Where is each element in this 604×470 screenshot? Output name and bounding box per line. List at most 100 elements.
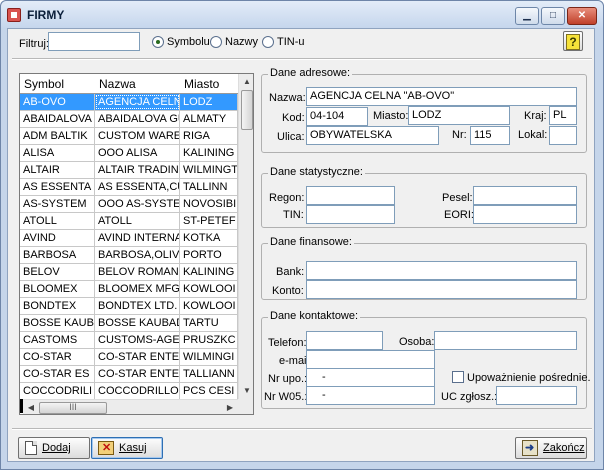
bank-field[interactable] <box>306 261 577 280</box>
horizontal-scroll-thumb[interactable]: III <box>39 402 107 414</box>
cell-symbol[interactable]: AVIND <box>20 230 95 246</box>
account-field[interactable] <box>306 280 577 299</box>
cell-symbol[interactable]: BONDTEX <box>20 298 95 314</box>
pesel-field[interactable] <box>473 186 577 205</box>
exit-button[interactable]: Zakończ <box>515 437 587 459</box>
scroll-down-icon[interactable]: ▼ <box>239 383 253 399</box>
tin-field[interactable] <box>306 205 395 224</box>
cell-city[interactable]: PRUSZKC <box>180 332 238 348</box>
cell-city[interactable]: NOVOSIBI <box>180 196 238 212</box>
title-bar[interactable]: FIRMY ▁ □ ✕ <box>1 1 603 29</box>
cell-city[interactable]: RIGA <box>180 128 238 144</box>
cell-symbol[interactable]: AB-OVO <box>20 94 95 110</box>
delete-button[interactable]: Kasuj <box>91 437 163 459</box>
scroll-right-icon[interactable]: ▶ <box>222 400 238 414</box>
cell-symbol[interactable]: AS-SYSTEM <box>20 196 95 212</box>
cell-name[interactable]: ABAIDALOVA GU <box>95 111 180 127</box>
city-field[interactable]: LODZ <box>408 106 510 125</box>
table-row[interactable]: AS-SYSTEM OOO AS-SYSTE NOVOSIBI <box>20 196 238 213</box>
cell-symbol[interactable]: ABAIDALOVA <box>20 111 95 127</box>
column-header-symbol[interactable]: Symbol <box>24 77 64 91</box>
scroll-up-icon[interactable]: ▲ <box>239 74 253 90</box>
local-field[interactable] <box>549 126 577 145</box>
cell-name[interactable]: BARBOSA,OLIVE <box>95 247 180 263</box>
scroll-left-icon[interactable]: ◀ <box>23 400 39 414</box>
cell-name[interactable]: CUSTOMS-AGE <box>95 332 180 348</box>
table-row[interactable]: ABAIDALOVA ABAIDALOVA GU ALMATY <box>20 111 238 128</box>
cell-symbol[interactable]: CASTOMS <box>20 332 95 348</box>
number-field[interactable]: 115 <box>470 126 510 145</box>
column-header-city[interactable]: Miasto <box>184 77 219 91</box>
cell-name[interactable]: AVIND INTERNA <box>95 230 180 246</box>
cell-symbol[interactable]: AS ESSENTA <box>20 179 95 195</box>
cell-name[interactable]: BOSSE KAUBAD <box>95 315 180 331</box>
companies-grid[interactable]: Symbol Nazwa Miasto AB-OVO AGENCJA CELN LO… <box>19 73 254 415</box>
maximize-button[interactable]: □ <box>541 7 565 25</box>
table-row[interactable]: CASTOMS CUSTOMS-AGE PRUSZKC <box>20 332 238 349</box>
close-button[interactable]: ✕ <box>567 7 597 25</box>
cell-city[interactable]: WILMINGT <box>180 162 238 178</box>
cell-city[interactable]: PORTO <box>180 247 238 263</box>
minimize-button[interactable]: ▁ <box>515 7 539 25</box>
radio-filter-name[interactable]: Nazwy <box>210 35 258 49</box>
table-row[interactable]: ALTAIR ALTAIR TRADIN WILMINGT <box>20 162 238 179</box>
vertical-scrollbar[interactable]: ▲ ▼ <box>238 74 253 399</box>
authorization-checkbox[interactable] <box>452 371 464 383</box>
cell-city[interactable]: KOWLOOI <box>180 298 238 314</box>
table-row[interactable]: BLOOMEX BLOOMEX MFG. KOWLOOI <box>20 281 238 298</box>
nr-upo-field[interactable]: - <box>306 368 435 387</box>
cell-symbol[interactable]: BLOOMEX <box>20 281 95 297</box>
table-row[interactable]: AB-OVO AGENCJA CELN LODZ <box>20 94 238 111</box>
cell-city[interactable]: PCS CESI <box>180 383 238 399</box>
cell-name[interactable]: BELOV ROMAN <box>95 264 180 280</box>
table-row[interactable]: BELOV BELOV ROMAN KALINING <box>20 264 238 281</box>
cell-city[interactable]: KALINING <box>180 264 238 280</box>
cell-name[interactable]: ATOLL <box>95 213 180 229</box>
cell-symbol[interactable]: ATOLL <box>20 213 95 229</box>
cell-symbol[interactable]: ALTAIR <box>20 162 95 178</box>
street-field[interactable]: OBYWATELSKA <box>306 126 439 145</box>
table-row[interactable]: ATOLL ATOLL ST-PETEF <box>20 213 238 230</box>
uc-field[interactable] <box>496 386 577 405</box>
help-button[interactable]: ? <box>563 31 583 51</box>
vertical-scroll-thumb[interactable] <box>241 90 253 130</box>
cell-name[interactable]: OOO ALISA <box>95 145 180 161</box>
radio-filter-symbol[interactable]: Symbolu <box>152 35 210 49</box>
cell-name[interactable]: CO-STAR ENTE <box>95 366 180 382</box>
column-header-name[interactable]: Nazwa <box>99 77 136 91</box>
table-row[interactable]: BOSSE KAUB BOSSE KAUBAD TARTU <box>20 315 238 332</box>
cell-city[interactable]: TARTU <box>180 315 238 331</box>
table-row[interactable]: AS ESSENTA AS ESSENTA,CU TALLINN <box>20 179 238 196</box>
cell-symbol[interactable]: CO-STAR ES <box>20 366 95 382</box>
email-field[interactable] <box>306 350 435 369</box>
cell-symbol[interactable]: ALISA <box>20 145 95 161</box>
cell-city[interactable]: ALMATY <box>180 111 238 127</box>
cell-symbol[interactable]: CO-STAR <box>20 349 95 365</box>
cell-name[interactable]: OOO AS-SYSTE <box>95 196 180 212</box>
cell-city[interactable]: KOTKA <box>180 230 238 246</box>
cell-name[interactable]: ALTAIR TRADIN <box>95 162 180 178</box>
cell-city[interactable]: TALLINN <box>180 179 238 195</box>
cell-city[interactable]: KALINING <box>180 145 238 161</box>
cell-symbol[interactable]: BELOV <box>20 264 95 280</box>
nr-w05-field[interactable]: - <box>306 386 435 405</box>
cell-city[interactable]: ST-PETEF <box>180 213 238 229</box>
table-row[interactable]: BONDTEX BONDTEX LTD. KOWLOOI <box>20 298 238 315</box>
cell-name[interactable]: BLOOMEX MFG. <box>95 281 180 297</box>
phone-field[interactable] <box>306 331 383 350</box>
cell-name[interactable]: COCCODRILLO <box>95 383 180 399</box>
cell-symbol[interactable]: ADM BALTIK <box>20 128 95 144</box>
radio-filter-tin[interactable]: TIN-u <box>262 35 305 49</box>
cell-city[interactable]: KOWLOOI <box>180 281 238 297</box>
cell-name[interactable]: BONDTEX LTD. <box>95 298 180 314</box>
cell-city[interactable]: LODZ <box>180 94 238 110</box>
table-row[interactable]: ADM BALTIK CUSTOM WARE RIGA <box>20 128 238 145</box>
table-row[interactable]: CO-STAR CO-STAR ENTE WILMINGI <box>20 349 238 366</box>
eori-field[interactable] <box>473 205 577 224</box>
filter-input[interactable] <box>48 32 140 51</box>
table-row[interactable]: BARBOSA BARBOSA,OLIVE PORTO <box>20 247 238 264</box>
add-button[interactable]: Dodaj <box>18 437 90 459</box>
cell-name[interactable]: AS ESSENTA,CU <box>95 179 180 195</box>
table-row[interactable]: COCCODRILI COCCODRILLO PCS CESI <box>20 383 238 399</box>
table-row[interactable]: CO-STAR ES CO-STAR ENTE TALLIANN <box>20 366 238 383</box>
